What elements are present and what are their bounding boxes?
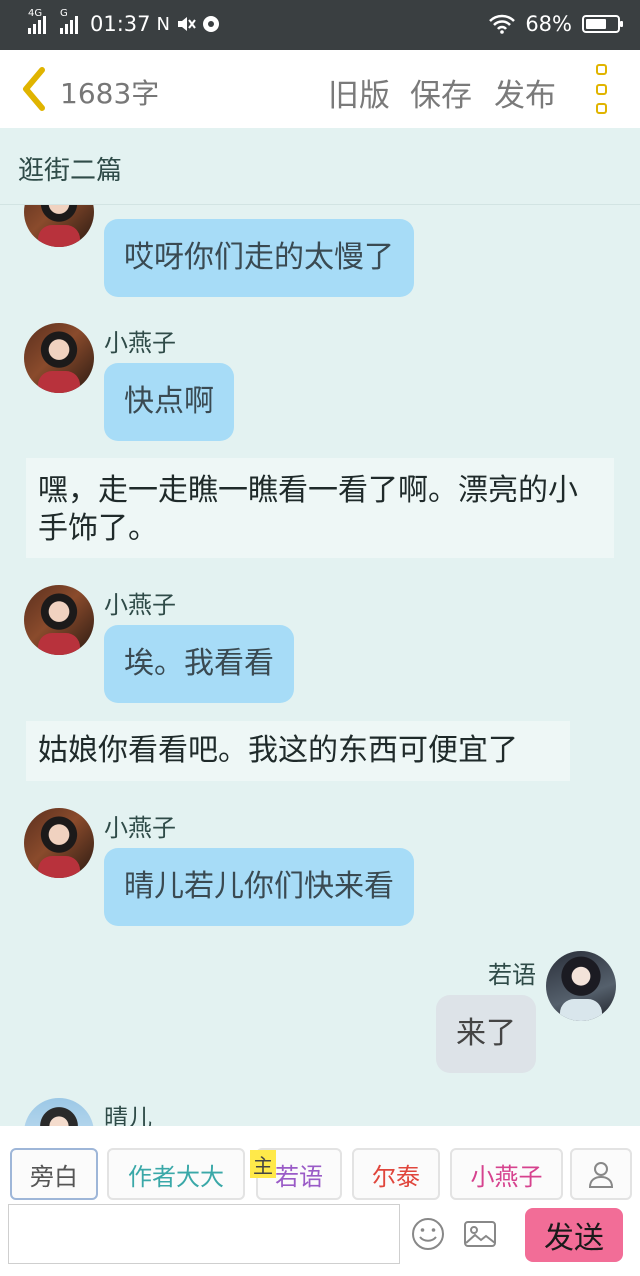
message-item[interactable]: 小燕子 埃。我看看 — [0, 585, 640, 710]
message-list[interactable]: 哎呀你们走的太慢了 小燕子 快点啊 嘿，走一走瞧一瞧看一看了啊。漂亮的小手饰了。… — [0, 205, 640, 1126]
role-chip-author[interactable]: 作者大大 — [107, 1148, 245, 1200]
composer: 发送 — [0, 1202, 640, 1276]
role-label: 小燕子 — [470, 1162, 543, 1191]
message-bubble: 埃。我看看 — [104, 625, 294, 703]
signal-g-icon: G — [60, 8, 78, 34]
speaker-name: 若语 — [488, 961, 536, 989]
message-item[interactable]: 小燕子 晴儿若儿你们快来看 — [0, 808, 640, 933]
person-icon — [588, 1162, 614, 1188]
message-item[interactable]: 小燕子 快点啊 — [0, 323, 640, 448]
speaker-name: 小燕子 — [104, 814, 176, 842]
avatar — [546, 951, 616, 1021]
send-button[interactable]: 发送 — [525, 1208, 623, 1262]
nfc-icon: N — [156, 13, 170, 35]
add-role-button[interactable] — [570, 1148, 632, 1200]
role-selector: 旁白 作者大大 若语 主 尔泰 小燕子 — [0, 1126, 640, 1202]
message-input[interactable] — [8, 1204, 400, 1264]
role-label: 若语 — [275, 1162, 323, 1191]
message-item[interactable]: 若语 来了 — [0, 951, 640, 1076]
message-bubble: 晴儿若儿你们快来看 — [104, 848, 414, 926]
chat-editor: 逛街二篇 哎呀你们走的太慢了 小燕子 快点啊 嘿，走一走瞧一瞧看一看了啊。漂亮的… — [0, 128, 640, 1126]
battery-icon — [582, 15, 623, 33]
role-chip-xiaoyanzi[interactable]: 小燕子 — [450, 1148, 563, 1200]
location-icon — [203, 16, 219, 32]
avatar — [24, 585, 94, 655]
battery-percent: 68% — [525, 12, 572, 36]
status-right: 68% — [489, 12, 623, 36]
message-item[interactable]: 哎呀你们走的太慢了 — [0, 205, 640, 305]
mute-icon — [178, 17, 196, 31]
chapter-title: 逛街二篇 — [18, 156, 123, 186]
signal-4g-icon: 4G — [28, 8, 46, 34]
role-label: 旁白 — [30, 1162, 78, 1191]
avatar — [24, 1098, 94, 1126]
message-bubble: 来了 — [436, 995, 536, 1073]
status-left: 4G G 01:37 N — [28, 8, 220, 36]
role-label: 尔泰 — [372, 1162, 420, 1191]
editor-header: 1683字 旧版 保存 发布 — [0, 50, 640, 129]
image-icon[interactable] — [462, 1216, 498, 1252]
role-label: 作者大大 — [128, 1162, 224, 1191]
save-button[interactable]: 保存 — [410, 70, 472, 115]
wifi-icon — [489, 14, 516, 34]
clock: 01:37 — [90, 12, 151, 36]
speaker-name: 小燕子 — [104, 329, 176, 357]
chapter-title-bar[interactable]: 逛街二篇 — [0, 128, 640, 205]
owner-badge: 主 — [250, 1150, 276, 1178]
role-chip-narrator[interactable]: 旁白 — [10, 1148, 98, 1200]
publish-button[interactable]: 发布 — [494, 70, 556, 115]
smiley-icon[interactable] — [410, 1216, 446, 1252]
avatar — [24, 323, 94, 393]
message-bubble: 哎呀你们走的太慢了 — [104, 219, 414, 297]
chevron-left-icon[interactable] — [18, 66, 50, 112]
narration-block[interactable]: 姑娘你看看吧。我这的东西可便宜了 — [26, 721, 570, 781]
word-count: 1683字 — [60, 77, 160, 110]
message-bubble: 快点啊 — [104, 363, 234, 441]
avatar — [24, 205, 94, 247]
narration-block[interactable]: 嘿，走一走瞧一瞧看一看了啊。漂亮的小手饰了。 — [26, 458, 614, 558]
avatar — [24, 808, 94, 878]
old-version-button[interactable]: 旧版 — [328, 70, 390, 115]
message-item[interactable]: 晴儿 — [0, 1098, 640, 1126]
speaker-name: 晴儿 — [104, 1104, 152, 1126]
role-chip-ertai[interactable]: 尔泰 — [352, 1148, 440, 1200]
status-bar: 4G G 01:37 N 68% — [0, 0, 640, 50]
more-vertical-icon[interactable] — [596, 64, 612, 114]
speaker-name: 小燕子 — [104, 591, 176, 619]
